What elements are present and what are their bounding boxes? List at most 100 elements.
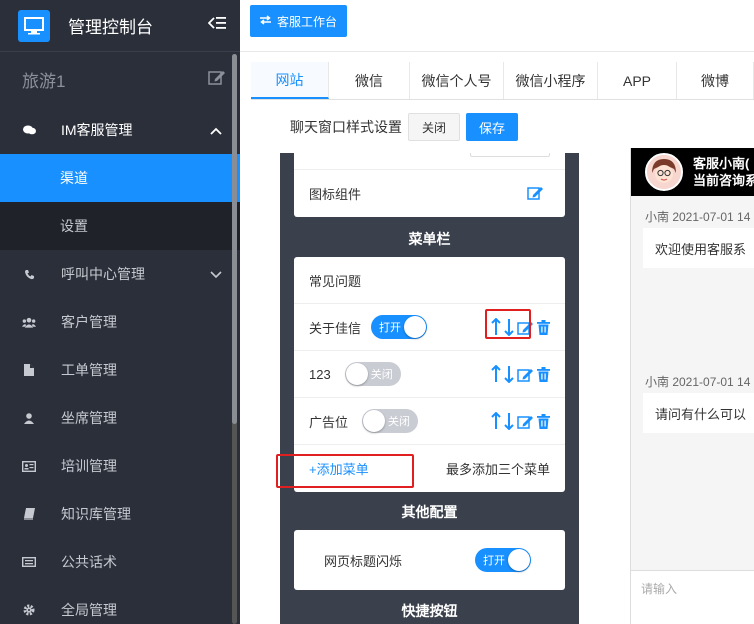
- row-actions: [491, 412, 550, 430]
- arrow-down-icon[interactable]: [504, 365, 514, 383]
- chat-input[interactable]: 请输入: [631, 570, 754, 624]
- person-icon: [22, 412, 36, 424]
- save-button[interactable]: 保存: [466, 113, 519, 141]
- menu-item-row: 广告位 关闭: [294, 398, 565, 445]
- menu-toggle[interactable]: 关闭: [344, 362, 401, 386]
- menu-item-global[interactable]: 全局管理: [0, 586, 240, 624]
- collapse-menu-icon[interactable]: [207, 16, 226, 35]
- menu-item-scripts[interactable]: 公共话术: [0, 538, 240, 586]
- style-settings-row: 聊天窗口样式设置 关闭 保存: [290, 113, 519, 141]
- icon-component-row: 图标组件: [294, 170, 565, 217]
- menu-item-knowledge[interactable]: 知识库管理: [0, 490, 240, 538]
- title-flash-row: 网页标题闪烁 打开: [294, 530, 565, 590]
- menu-label: 坐席管理: [61, 410, 117, 426]
- menu-item-label: 123: [309, 366, 331, 382]
- chat-header-text: 客服小南( 当前咨询系: [693, 155, 754, 189]
- menu-toggle[interactable]: 打开: [371, 315, 428, 339]
- message-bubble: 请问有什么可以: [643, 393, 754, 433]
- add-menu-link[interactable]: +添加菜单: [309, 459, 446, 478]
- style-settings-label: 聊天窗口样式设置: [290, 119, 402, 135]
- menu-item-row: 123 关闭: [294, 351, 565, 398]
- document-icon: [22, 364, 36, 376]
- users-icon: [22, 317, 36, 328]
- submenu-label: 设置: [60, 218, 88, 234]
- phone-icon: [22, 269, 36, 280]
- arrow-up-icon[interactable]: [491, 318, 501, 336]
- trash-icon[interactable]: [537, 413, 550, 429]
- submenu-label: 渠道: [60, 170, 88, 186]
- menu-item-row: 关于佳信 打开: [294, 304, 565, 351]
- chevron-down-icon: [210, 266, 222, 282]
- agent-avatar: [645, 153, 683, 191]
- tab-weibo[interactable]: 微博: [677, 62, 754, 99]
- edit-icon[interactable]: [517, 414, 534, 429]
- tab-app[interactable]: APP: [598, 62, 677, 99]
- menu-label: 客户管理: [61, 314, 117, 330]
- edit-icon[interactable]: [527, 185, 544, 203]
- edit-icon[interactable]: [208, 69, 226, 90]
- submenu-item-settings[interactable]: 设置: [0, 202, 240, 250]
- menu-item-ticket[interactable]: 工单管理: [0, 346, 240, 394]
- keyboard-icon: [22, 557, 36, 567]
- tab-wechat[interactable]: 微信: [329, 62, 410, 99]
- menu-item-im[interactable]: IM客服管理: [0, 106, 240, 154]
- arrow-down-icon[interactable]: [504, 412, 514, 430]
- other-config-card: 网页标题闪烁 打开: [294, 530, 565, 590]
- icon-component-label: 图标组件: [309, 187, 362, 202]
- hidden-input[interactable]: [470, 153, 550, 157]
- close-button[interactable]: 关闭: [408, 113, 461, 141]
- title-flash-toggle[interactable]: 打开: [475, 548, 531, 572]
- menu-label: 全局管理: [61, 602, 117, 618]
- app-title: 管理控制台: [68, 18, 153, 37]
- trash-icon[interactable]: [537, 366, 550, 382]
- add-menu-hint: 最多添加三个菜单: [445, 462, 550, 477]
- title-flash-label: 网页标题闪烁: [324, 553, 403, 569]
- channel-tabs: 网站 微信 微信个人号 微信小程序 APP 微博: [251, 62, 754, 100]
- user-name: 旅游1: [22, 71, 66, 91]
- tab-website[interactable]: 网站: [251, 62, 329, 99]
- sidebar-header: 管理控制台: [0, 0, 240, 52]
- menu-toggle[interactable]: 关闭: [362, 409, 419, 433]
- sidebar-scrollbar-thumb[interactable]: [232, 54, 237, 424]
- menu-bar-title: 菜单栏: [408, 231, 451, 247]
- book-icon: [22, 508, 36, 520]
- agent-name: 客服小南(: [693, 156, 750, 171]
- id-card-icon: [22, 460, 36, 472]
- arrow-up-icon[interactable]: [491, 365, 501, 383]
- top-bar: 客服工作台: [240, 0, 754, 52]
- trash-icon[interactable]: [537, 319, 550, 335]
- tab-wechat-personal[interactable]: 微信个人号: [410, 62, 504, 99]
- workspace-button-label: 客服工作台: [277, 14, 338, 29]
- faq-label: 常见问题: [309, 273, 362, 289]
- chat-preview: 客服小南( 当前咨询系 小南 2021-07-01 14 欢迎使用客服系 小南 …: [630, 148, 754, 624]
- message-bubble: 欢迎使用客服系: [643, 228, 754, 268]
- submenu-item-channel[interactable]: 渠道: [0, 154, 240, 202]
- user-row: 旅游1: [0, 52, 240, 106]
- row-actions: [491, 365, 550, 383]
- message-meta: 小南 2021-07-01 14: [645, 375, 751, 389]
- shortcut-title: 快捷按钮: [401, 603, 458, 619]
- menu-item-customer[interactable]: 客户管理: [0, 298, 240, 346]
- sidebar: 管理控制台 旅游1 IM客服管理 渠道 设置 呼叫中心管理 客户管理 工单管理 …: [0, 0, 240, 624]
- menu-label: IM客服管理: [61, 122, 133, 138]
- toggle-label: 打开: [379, 322, 402, 334]
- menu-item-label: 关于佳信: [309, 320, 362, 336]
- chevron-up-icon: [210, 122, 222, 138]
- arrow-up-icon[interactable]: [491, 412, 501, 430]
- toggle-label: 关闭: [388, 416, 411, 428]
- arrow-down-icon[interactable]: [504, 318, 514, 336]
- toggle-label: 关闭: [370, 369, 393, 381]
- menu-label: 公共话术: [61, 554, 117, 570]
- menu-item-training[interactable]: 培训管理: [0, 442, 240, 490]
- gear-icon: [22, 604, 36, 616]
- menu-item-agent[interactable]: 坐席管理: [0, 394, 240, 442]
- edit-icon[interactable]: [517, 367, 534, 382]
- chat-icon: [22, 125, 36, 136]
- edit-icon[interactable]: [517, 320, 534, 335]
- message-meta: 小南 2021-07-01 14: [645, 210, 751, 224]
- row-actions: [491, 318, 550, 336]
- workspace-button[interactable]: 客服工作台: [250, 5, 348, 37]
- tab-wechat-miniprogram[interactable]: 微信小程序: [504, 62, 598, 99]
- menu-item-call-center[interactable]: 呼叫中心管理: [0, 250, 240, 298]
- other-config-title: 其他配置: [401, 504, 458, 520]
